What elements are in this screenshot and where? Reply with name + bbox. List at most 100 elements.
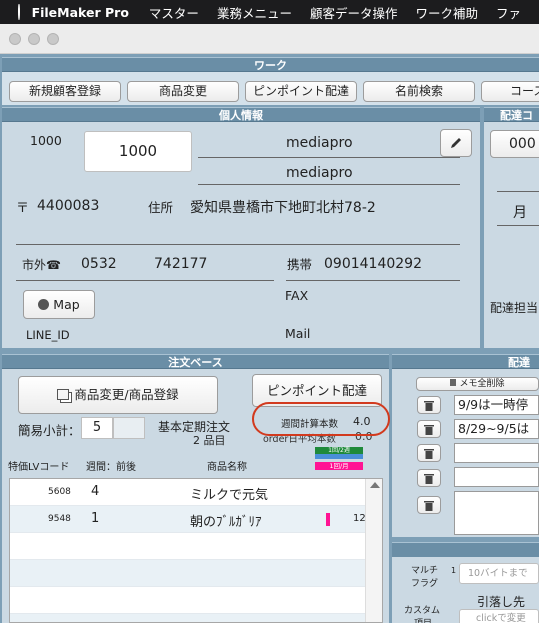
- custom-label: カスタム: [404, 606, 441, 616]
- delivery-staff-label: 配達担当: [490, 301, 539, 315]
- memo-field[interactable]: 9/9は一時停: [454, 395, 539, 415]
- copy-icon: [57, 389, 70, 400]
- menu-customer-ops[interactable]: 顧客データ操作: [310, 3, 398, 22]
- product-change-register-label: 商品変更/商品登録: [74, 387, 179, 402]
- window-titlebar: [0, 24, 539, 54]
- menu-file[interactable]: ファ: [496, 3, 521, 22]
- delivery-month-label: 月: [513, 205, 527, 221]
- name-underline: [198, 157, 460, 158]
- delete-memo-button[interactable]: [417, 496, 441, 514]
- regular-order-count: 2 品目: [193, 434, 226, 447]
- order-row-name: 朝のﾌﾞﾙｶﾞﾘｱ: [190, 515, 262, 530]
- address-field[interactable]: 愛知県豊橋市下地町北村78-2: [190, 197, 376, 217]
- order-row[interactable]: [10, 587, 382, 614]
- legend-monthly: 1回/月: [315, 462, 363, 470]
- scroll-up-icon[interactable]: [369, 482, 380, 488]
- postal-mark: 〒: [16, 201, 30, 216]
- menu-business[interactable]: 業務メニュー: [217, 3, 292, 22]
- delete-all-memos-button[interactable]: メモ全削除: [416, 377, 539, 391]
- trash-icon: [424, 425, 434, 435]
- order-row[interactable]: 9548 1 朝のﾌﾞﾙｶﾞﾘｱ 12: [10, 506, 382, 533]
- delete-memo-button[interactable]: [417, 396, 441, 414]
- mail-label: Mail: [285, 326, 311, 341]
- delete-memo-button[interactable]: [417, 444, 441, 462]
- tel-label: 市外☎: [22, 258, 61, 272]
- trash-icon: [450, 379, 457, 386]
- column-week-header: 週間：前後: [86, 462, 136, 473]
- subtotal-field[interactable]: 5: [81, 417, 113, 439]
- order-row-code: 9548: [48, 514, 71, 524]
- order-header: 注文ベース: [2, 354, 389, 369]
- tel-underline: [16, 280, 274, 281]
- pencil-icon: [451, 138, 461, 148]
- map-button[interactable]: Map: [23, 290, 95, 319]
- course-button[interactable]: コース: [481, 81, 539, 102]
- fax-label: FAX: [285, 288, 309, 303]
- trash-icon: [424, 449, 434, 459]
- custom-item-label: 項目: [414, 616, 432, 623]
- pinpoint-delivery-tab-button[interactable]: ピンポイント配達: [245, 81, 357, 102]
- column-code-header: 特価LVコード: [8, 462, 70, 473]
- multi-flag-header: [392, 542, 539, 557]
- customer-name-field[interactable]: mediapro: [286, 135, 353, 151]
- mobile-field[interactable]: 09014140292: [324, 256, 422, 272]
- memo-field[interactable]: [454, 491, 539, 535]
- order-row[interactable]: 5608 4 ミルクで元気: [10, 479, 382, 506]
- apple-icon[interactable]: [18, 4, 20, 20]
- close-window-button[interactable]: [9, 33, 21, 45]
- postal-code-field[interactable]: 4400083: [37, 198, 99, 214]
- delete-memo-button[interactable]: [417, 469, 441, 487]
- menu-app-name[interactable]: FileMaker Pro: [32, 5, 129, 20]
- multi-label: マルチ: [411, 566, 439, 576]
- order-row[interactable]: [10, 560, 382, 587]
- trash-icon: [424, 474, 434, 484]
- flag-label: フラグ: [411, 579, 439, 589]
- memo-field[interactable]: [454, 467, 539, 487]
- tel-number-field[interactable]: 742177: [154, 256, 207, 272]
- order-row-code: 5608: [48, 487, 71, 497]
- debit-account-label: 引落し先: [477, 595, 526, 609]
- customer-kana-field[interactable]: mediapro: [286, 165, 353, 181]
- mobile-underline: [286, 280, 460, 281]
- monthly-marker: [326, 513, 330, 526]
- legend-biweekly: 1回/2週: [315, 447, 363, 454]
- kana-underline: [198, 184, 460, 185]
- delivery-underline: [497, 191, 539, 192]
- delete-memo-button[interactable]: [417, 420, 441, 438]
- delivery-code-field[interactable]: 000: [490, 130, 539, 158]
- product-change-register-button[interactable]: 商品変更/商品登録: [18, 376, 218, 414]
- multi-flag-number: 1: [451, 566, 457, 575]
- personal-header: 個人情報: [2, 107, 480, 122]
- new-customer-button[interactable]: 新規顧客登録: [9, 81, 121, 102]
- memo-header: 配達済: [392, 354, 539, 384]
- column-name-header: 商品名称: [207, 462, 247, 473]
- order-list-scrollbar[interactable]: [365, 479, 382, 622]
- order-list: 5608 4 ミルクで元気 9548 1 朝のﾌﾞﾙｶﾞﾘｱ 12: [9, 478, 383, 623]
- memo-field[interactable]: 8/29~9/5は: [454, 419, 539, 439]
- zoom-window-button[interactable]: [47, 33, 59, 45]
- order-row-week: 4: [91, 484, 100, 499]
- menu-bar: FileMaker Pro マスター 業務メニュー 顧客データ操作 ワーク補助 …: [0, 0, 539, 24]
- memo-field[interactable]: [454, 443, 539, 463]
- order-row-extra: 12: [353, 513, 366, 524]
- debit-account-input[interactable]: clickで変更: [459, 609, 539, 623]
- order-row-week: 1: [91, 511, 100, 526]
- minimize-window-button[interactable]: [28, 33, 40, 45]
- order-row[interactable]: [10, 533, 382, 560]
- work-header: ワーク: [2, 57, 539, 72]
- subtotal-extra-field[interactable]: [113, 417, 145, 439]
- legend-weekly-bar: [315, 454, 363, 459]
- delivery-header: 配達コ: [484, 107, 539, 122]
- multi-flag-input[interactable]: 10バイトまで: [459, 563, 539, 584]
- menu-master[interactable]: マスター: [149, 3, 199, 22]
- product-change-button[interactable]: 商品変更: [127, 81, 239, 102]
- customer-id-field[interactable]: 1000: [84, 131, 192, 172]
- address-underline: [16, 244, 460, 245]
- customer-id-label: 1000: [30, 133, 62, 148]
- edit-button[interactable]: [440, 129, 472, 157]
- menu-work-assist[interactable]: ワーク補助: [415, 3, 478, 22]
- tel-area-field[interactable]: 0532: [81, 256, 117, 272]
- name-search-button[interactable]: 名前検索: [363, 81, 475, 102]
- highlight-ellipse: [252, 402, 390, 436]
- order-row[interactable]: [10, 614, 382, 622]
